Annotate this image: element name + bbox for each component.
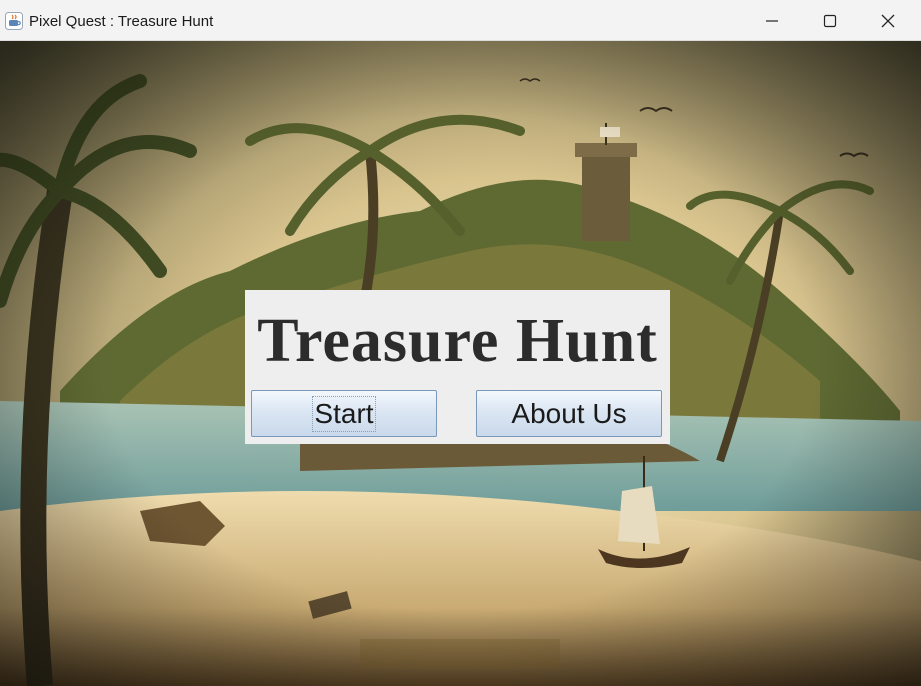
maximize-icon	[823, 14, 837, 27]
app-window: Pixel Quest : Treasure Hunt Treasure Hun…	[0, 0, 921, 686]
close-icon	[881, 14, 895, 27]
minimize-icon	[766, 19, 778, 22]
game-title: Treasure Hunt	[257, 307, 658, 375]
island-background-scene: Treasure Hunt Start About Us	[0, 41, 921, 686]
about-us-button[interactable]: About Us	[476, 390, 662, 437]
title-bar[interactable]: Pixel Quest : Treasure Hunt	[0, 0, 921, 41]
window-title: Pixel Quest : Treasure Hunt	[29, 13, 214, 30]
start-button[interactable]: Start	[251, 390, 437, 437]
maximize-button[interactable]	[801, 0, 859, 41]
close-button[interactable]	[859, 0, 917, 41]
minimize-button[interactable]	[743, 0, 801, 41]
start-button-label: Start	[312, 395, 376, 432]
main-menu-panel: Treasure Hunt Start About Us	[245, 290, 670, 444]
java-app-icon	[5, 12, 23, 30]
